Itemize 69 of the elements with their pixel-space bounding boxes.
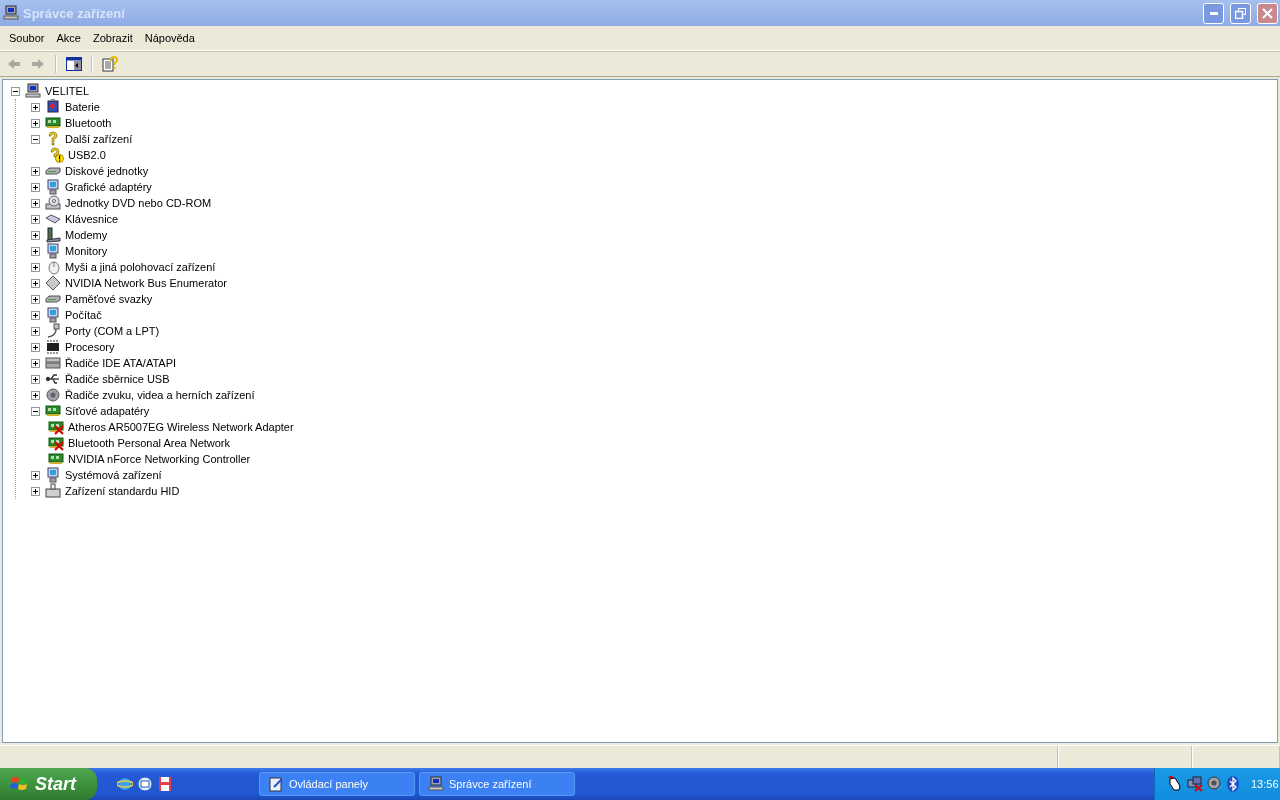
windows-logo-icon <box>10 775 30 793</box>
tree-item[interactable]: Diskové jednotky <box>64 165 150 177</box>
restore-button[interactable] <box>1230 2 1251 24</box>
tree-item[interactable]: Síťové adapatéry <box>64 405 151 417</box>
collapse-icon[interactable] <box>31 134 40 144</box>
tree-item[interactable]: Počítač <box>64 309 103 321</box>
tree-item[interactable]: Porty (COM a LPT) <box>64 325 161 337</box>
collapse-icon[interactable] <box>11 86 20 96</box>
expand-icon[interactable] <box>31 390 40 400</box>
speaker-icon[interactable] <box>1207 776 1223 792</box>
tree-item[interactable]: Paměťové svazky <box>64 293 154 305</box>
tree-item[interactable]: Systémová zařízení <box>64 469 163 481</box>
tree-item[interactable]: Řadiče sběrnice USB <box>64 373 171 385</box>
tree-item[interactable]: Baterie <box>64 101 101 113</box>
expand-icon[interactable] <box>31 182 40 192</box>
start-button[interactable]: Start <box>0 768 97 800</box>
tree-item[interactable]: Zařízení standardu HID <box>64 485 181 497</box>
minimize-icon <box>1209 11 1218 15</box>
menu-item[interactable]: Soubor <box>3 32 51 44</box>
tree-item[interactable]: NVIDIA Network Bus Enumerator <box>64 277 228 289</box>
tree-item[interactable]: Řadiče zvuku, videa a herních zařízení <box>64 389 256 401</box>
close-button[interactable] <box>1257 2 1278 24</box>
minimize-button[interactable] <box>1203 2 1224 24</box>
menu-item[interactable]: Nápověda <box>138 32 201 44</box>
collapse-icon[interactable] <box>31 406 40 416</box>
expand-icon[interactable] <box>31 358 40 368</box>
expand-icon[interactable] <box>31 470 40 480</box>
clock: 13:56 <box>1251 778 1279 790</box>
expand-icon[interactable] <box>31 310 40 320</box>
bluetooth-icon[interactable] <box>1227 776 1239 792</box>
tree-item[interactable]: Procesory <box>64 341 116 353</box>
expand-icon[interactable] <box>31 486 40 496</box>
expand-icon[interactable] <box>31 294 40 304</box>
tree-item[interactable]: Bluetooth <box>64 117 113 129</box>
network-disconnected-icon[interactable] <box>1187 776 1203 792</box>
tree-item[interactable]: Další zařízení <box>64 133 134 145</box>
tree-item[interactable]: Klávesnice <box>64 213 120 225</box>
expand-icon[interactable] <box>31 118 40 128</box>
expand-icon[interactable] <box>31 374 40 384</box>
tree-item[interactable]: Jednotky DVD nebo CD-ROM <box>64 197 213 209</box>
expand-icon[interactable] <box>31 198 40 208</box>
menu-item[interactable]: Akce <box>50 32 87 44</box>
expand-icon[interactable] <box>31 278 40 288</box>
expand-icon[interactable] <box>31 246 40 256</box>
expand-icon[interactable] <box>31 326 40 336</box>
properties-help-icon[interactable] <box>102 55 118 72</box>
tree-item[interactable]: USB2.0 <box>67 149 107 161</box>
tree-item[interactable]: NVIDIA nForce Networking Controller <box>67 453 252 465</box>
taskbar-button[interactable]: Správce zařízení <box>419 772 575 796</box>
expand-icon[interactable] <box>31 230 40 240</box>
close-icon <box>1262 7 1273 19</box>
tree-item[interactable]: Řadiče IDE ATA/ATAPI <box>64 357 178 369</box>
tree-item[interactable]: Modemy <box>64 229 109 241</box>
tree-item[interactable]: VELITEL <box>44 85 91 97</box>
restore-icon <box>1235 7 1246 19</box>
window-title: Správce zařízení <box>23 5 126 21</box>
tree-pane-icon[interactable] <box>66 56 82 71</box>
expand-icon[interactable] <box>31 262 40 272</box>
expand-icon[interactable] <box>31 102 40 112</box>
expand-icon[interactable] <box>31 342 40 352</box>
expand-icon[interactable] <box>31 166 40 176</box>
tree-item[interactable]: Myši a jiná polohovací zařízení <box>64 261 217 273</box>
computer-icon <box>3 5 19 21</box>
expand-icon[interactable] <box>31 214 40 224</box>
tree-item[interactable]: Grafické adaptéry <box>64 181 153 193</box>
tree-item[interactable]: Monitory <box>64 245 109 257</box>
browser-icon[interactable] <box>117 776 133 792</box>
menu-item[interactable]: Zobrazit <box>86 32 139 44</box>
taskbar-button[interactable]: Ovládací panely <box>259 772 415 796</box>
